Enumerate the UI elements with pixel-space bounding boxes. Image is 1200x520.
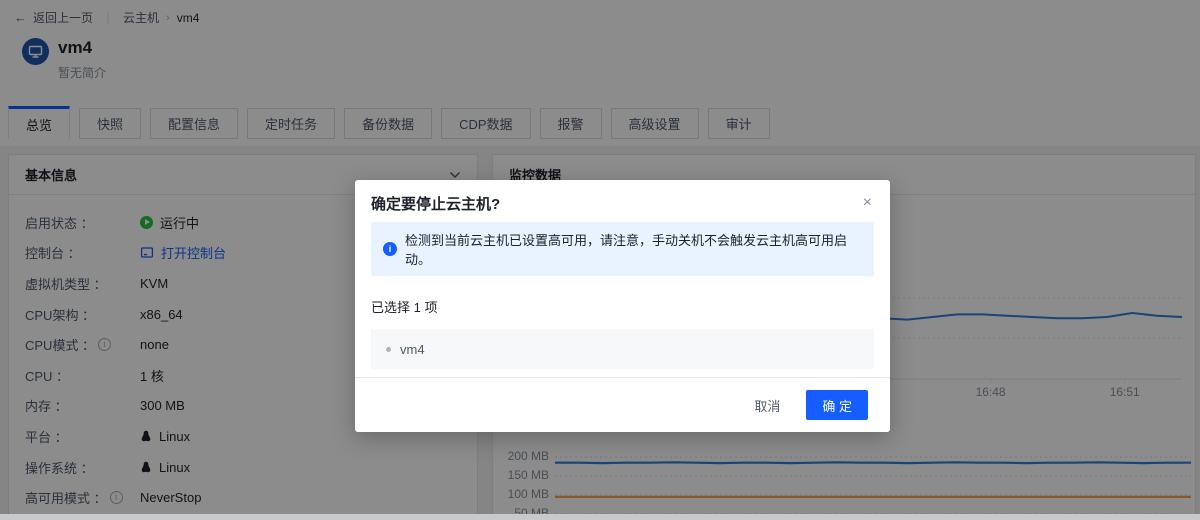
modal-body: 已选择 1 项 vm4 <box>355 276 890 369</box>
modal-title: 确定要停止云主机? <box>371 193 863 214</box>
modal-footer: 取消 确 定 <box>355 377 890 432</box>
alert-text: 检测到当前云主机已设置高可用，请注意，手动关机不会触发云主机高可用启动。 <box>405 230 862 268</box>
cancel-button[interactable]: 取消 <box>754 396 780 415</box>
selected-item-row: vm4 <box>371 329 874 369</box>
horizontal-scrollbar[interactable] <box>0 514 1200 520</box>
bullet-icon <box>386 347 391 352</box>
selected-item-name: vm4 <box>400 342 425 357</box>
stop-vm-confirm-modal: 确定要停止云主机? × i 检测到当前云主机已设置高可用，请注意，手动关机不会触… <box>355 180 890 432</box>
close-icon[interactable]: × <box>863 195 872 211</box>
ha-warning-alert: i 检测到当前云主机已设置高可用，请注意，手动关机不会触发云主机高可用启动。 <box>371 222 874 276</box>
info-icon: i <box>383 242 397 256</box>
page: ←返回上一页 ｜ 云主机 › vm4 vm4 暂无简介 总览快照配置信息定时任务… <box>0 0 1200 520</box>
modal-header: 确定要停止云主机? × <box>355 180 890 222</box>
confirm-button[interactable]: 确 定 <box>806 390 868 420</box>
selected-count-label: 已选择 1 项 <box>371 297 874 316</box>
